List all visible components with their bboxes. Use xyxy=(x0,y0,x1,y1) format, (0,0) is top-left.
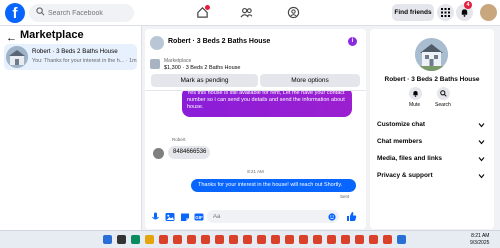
chrome-icon[interactable] xyxy=(299,235,308,244)
chrome-icon[interactable] xyxy=(201,235,210,244)
chat-window: Robert · 3 Beds 2 Baths House i Marketpl… xyxy=(145,29,366,229)
gif-icon[interactable]: GIF xyxy=(194,212,204,222)
windows-taskbar: 8:21 AM 9/3/2025 xyxy=(0,230,500,248)
more-options-button[interactable]: More options xyxy=(260,74,360,87)
sent-message-bubble: Thanks for your interest in the house! w… xyxy=(191,179,356,192)
search-conversation-button[interactable] xyxy=(437,87,450,100)
home-notification-dot xyxy=(205,5,210,10)
chat-title[interactable]: Robert · 3 Beds 2 Baths House xyxy=(168,38,270,45)
chat-avatar[interactable] xyxy=(150,36,164,50)
chevron-down-icon[interactable] xyxy=(478,173,485,179)
chrome-icon[interactable] xyxy=(243,235,252,244)
listing-avatar[interactable] xyxy=(415,38,448,71)
sent-message-bubble: Yes this house is still available for re… xyxy=(182,87,352,117)
notification-count-badge: 4 xyxy=(464,1,472,9)
top-navigation-bar: f Find friends 4 xyxy=(0,0,500,26)
back-arrow-icon[interactable]: ← xyxy=(6,32,17,44)
menu-button[interactable] xyxy=(437,4,454,21)
image-icon[interactable] xyxy=(165,212,175,222)
search-taskbar-icon[interactable] xyxy=(117,235,126,244)
chrome-icon[interactable] xyxy=(159,235,168,244)
profile-name: Robert · 3 Beds 2 Baths House xyxy=(384,76,480,83)
mark-as-pending-button[interactable]: Mark as pending xyxy=(151,74,258,87)
chrome-icon[interactable] xyxy=(257,235,266,244)
conversation-list-item[interactable]: Robert · 3 Beds 2 Baths House You: Thank… xyxy=(4,44,137,70)
message-list[interactable]: Yes this house is still available for re… xyxy=(145,87,366,207)
clock-date: 9/3/2025 xyxy=(470,239,490,246)
search-icon xyxy=(36,7,45,16)
listing-source-label: Marketplace xyxy=(164,58,192,64)
chrome-icon[interactable] xyxy=(383,235,392,244)
mute-button[interactable] xyxy=(409,87,422,100)
listing-thumbnail-small xyxy=(150,59,160,69)
chat-header: Robert · 3 Beds 2 Baths House i Marketpl… xyxy=(145,29,366,91)
message-composer: GIF xyxy=(145,205,366,229)
microphone-icon[interactable] xyxy=(151,212,160,222)
search-icon xyxy=(440,90,447,97)
chevron-down-icon[interactable] xyxy=(478,122,485,128)
file-explorer-icon[interactable] xyxy=(145,235,154,244)
marketplace-sidebar: ← Marketplace Robert · 3 Beds 2 Baths Ho… xyxy=(0,26,142,230)
conversation-snippet: You: Thanks for your interest in the h..… xyxy=(32,58,137,64)
facebook-logo[interactable]: f xyxy=(5,3,25,23)
sent-status: Sent xyxy=(340,194,350,199)
bell-icon xyxy=(413,91,418,97)
mute-label: Mute xyxy=(409,102,421,108)
sender-name: Robert xyxy=(172,137,186,142)
chat-members-row[interactable]: Chat members xyxy=(377,138,422,145)
emoji-icon[interactable] xyxy=(328,213,336,221)
taskview-icon[interactable] xyxy=(131,235,140,244)
app-icon[interactable] xyxy=(397,235,406,244)
sidebar-title: Marketplace xyxy=(20,29,84,41)
sticker-icon[interactable] xyxy=(180,212,190,222)
chevron-down-icon[interactable] xyxy=(478,139,485,145)
groups-icon[interactable] xyxy=(287,6,300,19)
chrome-icon[interactable] xyxy=(187,235,196,244)
conversation-details-panel: Robert · 3 Beds 2 Baths House Mute Searc… xyxy=(370,29,494,229)
chrome-icon[interactable] xyxy=(369,235,378,244)
chevron-down-icon[interactable] xyxy=(478,156,485,162)
clock-time: 8:21 AM xyxy=(471,233,490,239)
conversation-name: Robert · 3 Beds 2 Baths House xyxy=(32,48,118,55)
search-label: Search xyxy=(435,102,451,108)
chrome-icon[interactable] xyxy=(355,235,364,244)
svg-text:GIF: GIF xyxy=(195,215,203,220)
chrome-icon[interactable] xyxy=(271,235,280,244)
sender-avatar[interactable] xyxy=(153,148,164,159)
chrome-icon[interactable] xyxy=(215,235,224,244)
chrome-icon[interactable] xyxy=(313,235,322,244)
listing-description[interactable]: $1,300 · 3 Beds 2 Baths House xyxy=(164,65,240,71)
friends-icon[interactable] xyxy=(240,6,253,19)
privacy-support-row[interactable]: Privacy & support xyxy=(377,172,433,179)
listing-thumbnail xyxy=(6,46,28,68)
chrome-icon[interactable] xyxy=(229,235,238,244)
account-avatar[interactable] xyxy=(480,4,497,21)
start-icon[interactable] xyxy=(103,235,112,244)
search-box[interactable] xyxy=(29,4,134,22)
message-timestamp: 8:21 AM xyxy=(247,169,264,174)
message-input[interactable] xyxy=(207,210,339,223)
chrome-icon[interactable] xyxy=(173,235,182,244)
find-friends-button[interactable]: Find friends xyxy=(392,4,434,21)
chrome-icon[interactable] xyxy=(327,235,336,244)
menu-grid-icon xyxy=(441,8,450,17)
chrome-icon[interactable] xyxy=(285,235,294,244)
media-files-links-row[interactable]: Media, files and links xyxy=(377,155,442,162)
bell-icon xyxy=(461,9,468,17)
taskbar-clock[interactable]: 8:21 AM 9/3/2025 xyxy=(470,233,489,246)
info-icon[interactable]: i xyxy=(348,37,357,46)
customize-chat-row[interactable]: Customize chat xyxy=(377,121,425,128)
thumbs-up-icon[interactable] xyxy=(346,211,357,222)
chrome-icon[interactable] xyxy=(341,235,350,244)
received-message-bubble: 8484666536 xyxy=(168,146,210,159)
search-input[interactable] xyxy=(48,4,130,22)
